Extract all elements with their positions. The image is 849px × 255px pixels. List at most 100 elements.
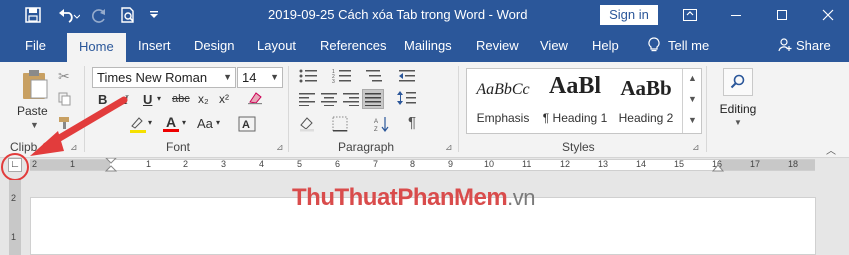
- italic-button[interactable]: I: [124, 92, 128, 108]
- paste-icon[interactable]: [18, 68, 52, 100]
- text-effects-icon[interactable]: A: [238, 116, 256, 135]
- underline-button[interactable]: U: [143, 92, 152, 107]
- text-highlight-icon[interactable]: [128, 116, 148, 137]
- line-spacing-icon[interactable]: [396, 90, 418, 109]
- ruler-number: 1: [70, 159, 76, 169]
- horizontal-ruler[interactable]: 2 1 1 2 3 4 5 6 7 8 9 10 11 12 13 14 15 …: [30, 159, 815, 171]
- svg-text:Z: Z: [374, 127, 378, 132]
- tab-help[interactable]: Help: [592, 30, 619, 62]
- ruler-number: 15: [674, 159, 685, 169]
- paste-dropdown-icon[interactable]: ▼: [30, 120, 39, 130]
- tab-mailings[interactable]: Mailings: [404, 30, 452, 62]
- style-name: ¶ Heading 1: [542, 111, 608, 125]
- svg-text:A: A: [374, 119, 378, 125]
- font-family-select[interactable]: Times New Roman ▼: [92, 67, 236, 88]
- superscript-button[interactable]: x²: [219, 92, 229, 106]
- font-color-label: A: [165, 114, 177, 130]
- font-family-value: Times New Roman: [97, 70, 208, 85]
- save-icon[interactable]: [20, 0, 46, 30]
- paragraph-group-label: Paragraph: [338, 140, 395, 154]
- collapse-ribbon-icon[interactable]: ︿: [826, 142, 836, 157]
- cut-icon[interactable]: ✂: [58, 68, 70, 85]
- tab-insert[interactable]: Insert: [138, 30, 171, 62]
- clipboard-launcher-icon[interactable]: ⊿: [70, 142, 78, 153]
- copy-icon[interactable]: [58, 92, 71, 109]
- undo-icon[interactable]: [54, 0, 84, 30]
- svg-text:A: A: [242, 119, 250, 131]
- tab-view[interactable]: View: [540, 30, 568, 62]
- ruler-number: 1: [146, 159, 152, 169]
- print-preview-icon[interactable]: [116, 0, 140, 30]
- tab-layout[interactable]: Layout: [257, 30, 296, 62]
- customize-qat-icon[interactable]: [146, 0, 162, 30]
- numbering-icon[interactable]: 123: [332, 68, 352, 87]
- clear-formatting-icon[interactable]: [246, 90, 264, 109]
- ruler-number: 4: [259, 159, 265, 169]
- justify-icon[interactable]: [362, 89, 384, 109]
- group-divider: [458, 66, 459, 152]
- ribbon-tabs: File Home Insert Design Layout Reference…: [0, 30, 849, 62]
- right-indent-marker[interactable]: [712, 161, 724, 172]
- chevron-up-icon[interactable]: ▲: [688, 73, 697, 83]
- style-sample: AaBbCc: [476, 81, 530, 98]
- align-left-icon[interactable]: [298, 92, 316, 109]
- sort-icon[interactable]: AZ: [374, 116, 390, 135]
- chevron-down-icon[interactable]: ▾: [148, 118, 152, 127]
- person-add-icon: [778, 38, 792, 52]
- ruler-number: 5: [297, 159, 303, 169]
- font-launcher-icon[interactable]: ⊿: [276, 142, 284, 153]
- style-emphasis[interactable]: AaBbCc Emphasis: [467, 69, 539, 133]
- borders-icon[interactable]: [332, 116, 348, 135]
- vertical-ruler[interactable]: 2 1: [9, 180, 21, 255]
- font-color-button[interactable]: A: [163, 114, 179, 132]
- indent-markers[interactable]: [104, 158, 118, 172]
- tab-home[interactable]: Home: [67, 33, 126, 62]
- underline-dropdown-icon[interactable]: ▾: [157, 94, 161, 103]
- ribbon-display-icon[interactable]: [668, 0, 712, 30]
- style-heading-1[interactable]: AaBl ¶ Heading 1: [539, 69, 611, 133]
- ribbon: Paste ▼ ✂ Clipb ⊿ Times New Roman ▼ 14 ▼ B…: [0, 62, 849, 158]
- change-case-button[interactable]: Aa: [197, 116, 213, 131]
- chevron-down-icon[interactable]: ▾: [182, 118, 186, 127]
- strikethrough-button[interactable]: abc: [172, 93, 190, 105]
- share-button[interactable]: Share: [778, 30, 831, 62]
- minimize-icon[interactable]: [714, 0, 758, 30]
- align-right-icon[interactable]: [342, 92, 360, 109]
- styles-scroll[interactable]: ▲ ▼ ▼: [682, 69, 702, 133]
- chevron-down-icon[interactable]: ▼: [688, 94, 697, 104]
- paragraph-launcher-icon[interactable]: ⊿: [445, 142, 453, 153]
- tab-design[interactable]: Design: [194, 30, 234, 62]
- more-styles-icon[interactable]: ▼: [688, 115, 697, 125]
- tab-references[interactable]: References: [320, 30, 386, 62]
- watermark-part: .vn: [507, 185, 536, 210]
- shading-icon[interactable]: [298, 116, 318, 135]
- font-size-select[interactable]: 14 ▼: [237, 67, 283, 88]
- paste-button[interactable]: Paste: [17, 104, 48, 118]
- decrease-indent-icon[interactable]: [397, 68, 417, 87]
- close-icon[interactable]: [806, 0, 849, 30]
- ruler-number: 2: [183, 159, 189, 169]
- watermark-part: PhanMem: [397, 184, 508, 211]
- styles-launcher-icon[interactable]: ⊿: [692, 142, 700, 153]
- style-sample: AaBb: [620, 76, 672, 100]
- tab-review[interactable]: Review: [476, 30, 519, 62]
- chevron-down-icon[interactable]: ▾: [216, 118, 220, 127]
- multilevel-list-icon[interactable]: [364, 68, 384, 87]
- tab-file[interactable]: File: [25, 30, 46, 62]
- ruler-number: 3: [221, 159, 227, 169]
- bullets-icon[interactable]: [298, 68, 318, 87]
- subscript-button[interactable]: x₂: [198, 92, 209, 106]
- sign-in-button[interactable]: Sign in: [600, 5, 658, 25]
- style-heading-2[interactable]: AaBb Heading 2: [611, 69, 681, 133]
- tell-me-search[interactable]: Tell me: [648, 30, 709, 62]
- maximize-icon[interactable]: [760, 0, 804, 30]
- style-sample: AaBl: [548, 73, 601, 99]
- ruler-number: 2: [32, 159, 38, 169]
- align-center-icon[interactable]: [320, 92, 338, 109]
- ruler-number: 18: [788, 159, 799, 169]
- editing-button[interactable]: Editing ▼: [712, 66, 764, 138]
- bold-button[interactable]: B: [98, 92, 107, 107]
- show-formatting-marks-icon[interactable]: ¶: [408, 114, 416, 131]
- format-painter-icon[interactable]: [58, 116, 71, 133]
- redo-icon[interactable]: [88, 0, 110, 30]
